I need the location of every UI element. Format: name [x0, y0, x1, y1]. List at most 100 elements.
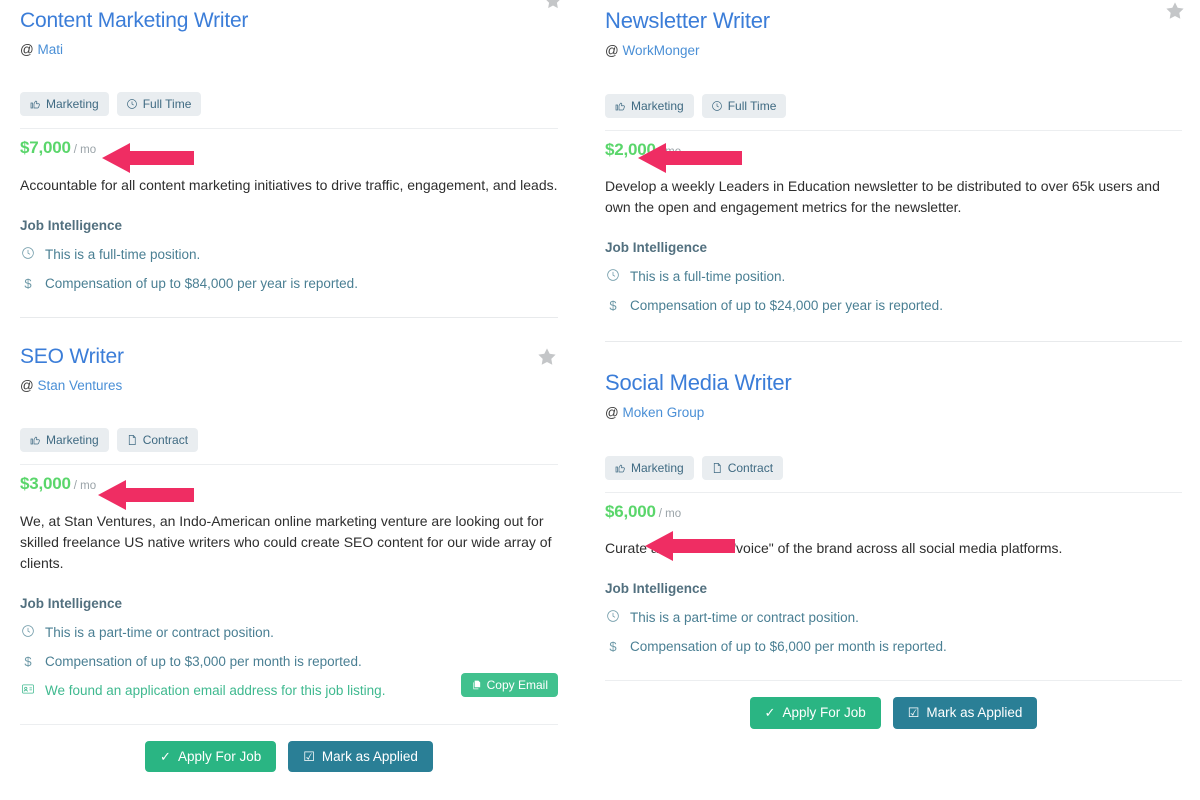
job-company: @ Mati: [20, 42, 558, 58]
job-tags: Marketing Full Time: [605, 93, 1182, 118]
tag-label: Marketing: [631, 460, 684, 475]
star-icon[interactable]: [543, 0, 563, 11]
at-symbol: @: [605, 43, 619, 59]
tag-marketing[interactable]: Marketing: [20, 92, 109, 117]
job-salary: $2,000/ mo: [605, 131, 1182, 160]
tag-label: Marketing: [46, 97, 99, 112]
job-intelligence-item: $ Compensation of up to $6,000 per month…: [605, 633, 1182, 662]
mark-as-applied-button[interactable]: ☑ Mark as Applied: [892, 697, 1038, 729]
clock-icon: [126, 99, 137, 110]
job-card[interactable]: Content Marketing Writer @ Mati Marketin…: [20, 0, 558, 318]
apply-for-job-button[interactable]: ✓ Apply For Job: [749, 697, 881, 729]
job-listings-page: Content Marketing Writer @ Mati Marketin…: [0, 0, 1200, 800]
clock-icon: [20, 246, 36, 260]
mark-as-applied-button[interactable]: ☑ Mark as Applied: [288, 740, 433, 773]
job-intelligence-text: This is a full-time position.: [45, 247, 201, 263]
job-title[interactable]: Newsletter Writer: [605, 0, 1182, 34]
clock-icon: [20, 624, 36, 638]
at-symbol: @: [605, 405, 619, 421]
company-name-link[interactable]: Mati: [37, 42, 63, 57]
job-intelligence-heading: Job Intelligence: [605, 240, 708, 256]
tag-label: Contract: [727, 460, 774, 475]
job-intelligence-list: This is a part-time or contract position…: [605, 604, 1182, 662]
tag-label: Marketing: [46, 433, 99, 448]
jobs-column-right: Newsletter Writer @ WorkMonger Marketing: [572, 0, 1200, 800]
mark-applied-label: Mark as Applied: [321, 748, 418, 764]
job-company: @ Stan Ventures: [20, 378, 558, 394]
copy-email-label: Copy Email: [486, 677, 548, 692]
job-intelligence-list: This is a part-time or contract position…: [20, 619, 558, 706]
job-title[interactable]: Social Media Writer: [605, 362, 1182, 396]
job-intelligence-item-email: We found an application email address fo…: [20, 672, 558, 706]
company-name-link[interactable]: Stan Ventures: [37, 378, 122, 393]
job-salary: $6,000/ mo: [605, 493, 1182, 522]
salary-period: / mo: [73, 144, 97, 157]
job-description: We, at Stan Ventures, an Indo-American o…: [20, 512, 552, 571]
job-salary: $7,000/ mo: [20, 129, 558, 158]
job-description: Curate and own the "voice" of the brand …: [605, 540, 1063, 557]
tag-label: Marketing: [631, 98, 684, 113]
job-intelligence-text: Compensation of up to $3,000 per month i…: [45, 653, 362, 669]
tag-full-time[interactable]: Full Time: [701, 93, 787, 118]
salary-amount: $2,000: [605, 139, 656, 159]
salary-amount: $3,000: [20, 474, 71, 494]
job-description: Accountable for all content marketing in…: [20, 177, 558, 194]
jobs-column-left: Content Marketing Writer @ Mati Marketin…: [0, 0, 572, 800]
job-intelligence-heading: Job Intelligence: [20, 595, 123, 611]
check-icon: ✓: [764, 705, 776, 721]
job-actions: ✓ Apply For Job ☑ Mark as Applied: [605, 681, 1182, 729]
thumbs-up-icon: [30, 436, 40, 445]
dollar-icon: $: [24, 275, 32, 291]
star-icon[interactable]: [536, 346, 558, 368]
job-company: @ WorkMonger: [605, 43, 1182, 59]
job-intelligence-text: We found an application email address fo…: [45, 682, 386, 698]
dollar-icon: $: [24, 653, 32, 669]
apply-for-job-button[interactable]: ✓ Apply For Job: [145, 740, 277, 773]
tag-marketing[interactable]: Marketing: [20, 428, 109, 453]
job-title[interactable]: SEO Writer: [20, 336, 558, 369]
job-card[interactable]: Newsletter Writer @ WorkMonger Marketing: [605, 0, 1184, 343]
job-intelligence-text: Compensation of up to $24,000 per year i…: [630, 298, 943, 314]
apply-label: Apply For Job: [782, 705, 866, 721]
job-intelligence-text: Compensation of up to $6,000 per month i…: [630, 639, 947, 655]
clock-icon: [711, 100, 722, 111]
tag-marketing[interactable]: Marketing: [605, 455, 694, 480]
job-intelligence-list: This is a full-time position. $ Compensa…: [20, 241, 558, 299]
card-divider: [605, 341, 1182, 343]
document-icon: [128, 435, 136, 446]
clock-icon: [605, 268, 621, 282]
checkbox-checked-icon: ☑: [303, 748, 315, 764]
check-icon: ✓: [160, 748, 171, 764]
clock-icon: [605, 609, 621, 623]
tag-marketing[interactable]: Marketing: [605, 93, 694, 118]
tag-full-time[interactable]: Full Time: [116, 92, 202, 117]
copy-icon: [473, 680, 480, 689]
job-intelligence-text: This is a part-time or contract position…: [45, 624, 274, 640]
copy-email-button[interactable]: Copy Email: [460, 672, 558, 697]
thumbs-up-icon: [615, 102, 625, 110]
job-intelligence-item: This is a full-time position.: [605, 263, 1182, 292]
at-symbol: @: [20, 378, 34, 394]
tag-contract[interactable]: Contract: [116, 428, 199, 453]
job-intelligence-text: This is a full-time position.: [630, 269, 786, 285]
dollar-icon: $: [609, 639, 617, 655]
job-salary: $3,000/ mo: [20, 465, 558, 494]
company-name-link[interactable]: WorkMonger: [622, 43, 699, 58]
star-icon[interactable]: [1164, 0, 1186, 22]
job-title[interactable]: Content Marketing Writer: [20, 0, 558, 33]
company-name-link[interactable]: Moken Group: [622, 405, 704, 420]
card-divider: [20, 316, 558, 318]
job-card[interactable]: SEO Writer @ Stan Ventures Marketing Con…: [20, 335, 558, 773]
tag-contract[interactable]: Contract: [701, 455, 784, 480]
mark-applied-label: Mark as Applied: [926, 705, 1023, 721]
job-intelligence-text: This is a part-time or contract position…: [630, 610, 859, 626]
job-tags: Marketing Full Time: [20, 92, 558, 117]
job-tags: Marketing Contract: [20, 428, 558, 453]
thumbs-up-icon: [615, 464, 625, 472]
salary-amount: $7,000: [20, 138, 71, 158]
contact-card-icon: [20, 682, 36, 696]
job-intelligence-item: This is a full-time position.: [20, 241, 558, 270]
job-card[interactable]: Social Media Writer @ Moken Group Market…: [605, 362, 1182, 729]
job-company: @ Moken Group: [605, 405, 1182, 421]
checkbox-checked-icon: ☑: [907, 705, 920, 721]
